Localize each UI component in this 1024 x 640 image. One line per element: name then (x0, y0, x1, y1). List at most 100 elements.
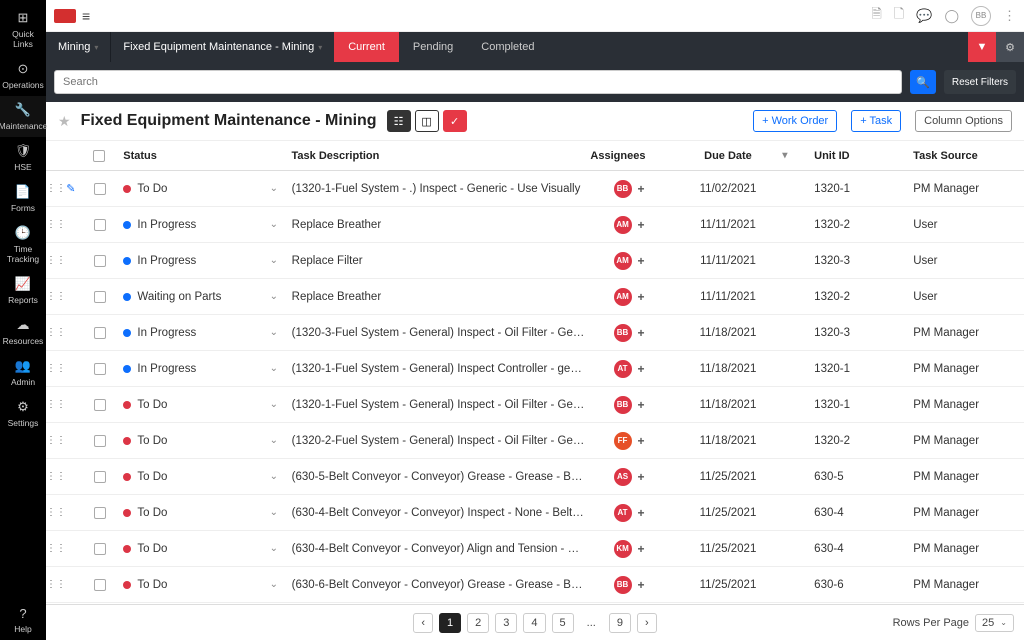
chevron-down-icon[interactable]: ⌄ (262, 579, 286, 590)
split-view-icon[interactable]: ◫ (415, 110, 439, 132)
col-task-source[interactable]: Task Source (905, 150, 1024, 162)
sidebar-item-maintenance[interactable]: 🔧Maintenance (0, 96, 46, 137)
page-prev[interactable]: ‹ (413, 613, 433, 633)
chevron-down-icon[interactable]: ⌄ (262, 255, 286, 266)
table-row[interactable]: ⋮⋮In Progress⌄(1320-3-Fuel System - Gene… (46, 315, 1024, 351)
table-row[interactable]: ⋮⋮In Progress⌄(1320-1-Fuel System - Gene… (46, 351, 1024, 387)
page-2[interactable]: 2 (467, 613, 489, 633)
drag-handle-icon[interactable]: ⋮⋮ (46, 579, 60, 590)
table-row[interactable]: ⋮⋮In Progress⌄Replace FilterAM+11/11/202… (46, 243, 1024, 279)
chat-icon[interactable]: 💬 (916, 8, 932, 24)
assignee-avatar[interactable]: AT (614, 504, 632, 522)
sidebar-item-forms[interactable]: 📄Forms (0, 178, 46, 219)
drag-handle-icon[interactable]: ⋮⋮ (46, 471, 60, 482)
chevron-down-icon[interactable]: ⌄ (262, 507, 286, 518)
assignee-avatar[interactable]: AM (614, 216, 632, 234)
edit-icon[interactable]: ✎ (60, 182, 82, 195)
drag-handle-icon[interactable]: ⋮⋮ (46, 435, 60, 446)
row-checkbox[interactable] (94, 435, 106, 447)
table-row[interactable]: ⋮⋮Waiting on Parts⌄Replace BreatherAM+11… (46, 279, 1024, 315)
table-row[interactable]: ⋮⋮In Progress⌄Replace BreatherAM+11/11/2… (46, 207, 1024, 243)
page-5[interactable]: 5 (552, 613, 574, 633)
select-all-checkbox[interactable] (93, 150, 105, 162)
col-unit-id[interactable]: Unit ID (806, 150, 905, 162)
row-checkbox[interactable] (94, 183, 106, 195)
tab-current[interactable]: Current (334, 32, 399, 62)
add-assignee-icon[interactable]: + (638, 362, 645, 376)
chevron-down-icon[interactable]: ⌄ (262, 435, 286, 446)
page-4[interactable]: 4 (523, 613, 545, 633)
sidebar-item-time-tracking[interactable]: 🕒Time Tracking (0, 219, 46, 270)
table-row[interactable]: ⋮⋮✎To Do⌄(1320-1-Fuel System - .) Inspec… (46, 171, 1024, 207)
page-next[interactable]: › (637, 613, 657, 633)
help-icon[interactable]: ◯ (944, 8, 959, 24)
row-checkbox[interactable] (94, 255, 106, 267)
work-order-button[interactable]: + Work Order (753, 110, 837, 132)
add-assignee-icon[interactable]: + (638, 326, 645, 340)
row-checkbox[interactable] (94, 543, 106, 555)
task-button[interactable]: + Task (851, 110, 901, 132)
row-checkbox[interactable] (94, 327, 106, 339)
chevron-down-icon[interactable]: ⌄ (262, 291, 286, 302)
assignee-avatar[interactable]: FF (614, 432, 632, 450)
table-row[interactable]: ⋮⋮To Do⌄(630-4-Belt Conveyor - Conveyor)… (46, 495, 1024, 531)
sidebar-item-operations[interactable]: ⊙Operations (0, 55, 46, 96)
add-assignee-icon[interactable]: + (638, 398, 645, 412)
tab-completed[interactable]: Completed (467, 32, 548, 62)
menu-icon[interactable]: ≡ (82, 8, 90, 24)
assignee-avatar[interactable]: BB (614, 324, 632, 342)
chevron-down-icon[interactable]: ⌄ (262, 327, 286, 338)
list-view-icon[interactable]: ☷ (387, 110, 411, 132)
funnel-icon[interactable]: ▾ (782, 150, 806, 161)
drag-handle-icon[interactable]: ⋮⋮ (46, 363, 60, 374)
assignee-avatar[interactable]: BB (614, 180, 632, 198)
assignee-avatar[interactable]: AS (614, 468, 632, 486)
row-checkbox[interactable] (94, 291, 106, 303)
sidebar-item-quick-links[interactable]: ⊞Quick Links (0, 4, 46, 55)
row-checkbox[interactable] (94, 507, 106, 519)
assignee-avatar[interactable]: AT (614, 360, 632, 378)
sidebar-item-reports[interactable]: 📈Reports (0, 270, 46, 311)
add-assignee-icon[interactable]: + (638, 470, 645, 484)
table-row[interactable]: ⋮⋮To Do⌄(1320-1-Fuel System - General) I… (46, 387, 1024, 423)
assignee-avatar[interactable]: AM (614, 252, 632, 270)
drag-handle-icon[interactable]: ⋮⋮ (46, 255, 60, 266)
search-input[interactable] (54, 70, 902, 94)
add-assignee-icon[interactable]: + (638, 218, 645, 232)
reset-filters-button[interactable]: Reset Filters (944, 70, 1016, 94)
sidebar-item-help[interactable]: ?Help (0, 600, 46, 640)
check-view-icon[interactable]: ✓ (443, 110, 467, 132)
col-description[interactable]: Task Description (286, 150, 585, 162)
row-checkbox[interactable] (94, 363, 106, 375)
document-icon[interactable]: 🗋 (894, 5, 904, 27)
drag-handle-icon[interactable]: ⋮⋮ (46, 183, 60, 194)
row-checkbox[interactable] (94, 579, 106, 591)
page-1[interactable]: 1 (439, 613, 461, 633)
tab-pending[interactable]: Pending (399, 32, 467, 62)
assignee-avatar[interactable]: KM (614, 540, 632, 558)
more-icon[interactable]: ⋮ (1003, 8, 1016, 24)
chevron-down-icon[interactable]: ⌄ (262, 219, 286, 230)
table-row[interactable]: ⋮⋮To Do⌄(1320-2-Fuel System - General) I… (46, 423, 1024, 459)
row-checkbox[interactable] (94, 399, 106, 411)
add-assignee-icon[interactable]: + (638, 254, 645, 268)
star-icon[interactable]: ★ (58, 113, 71, 130)
user-avatar[interactable]: BB (971, 6, 991, 26)
export-icon[interactable]: 🗎 (871, 5, 881, 27)
assignee-avatar[interactable]: BB (614, 396, 632, 414)
search-button[interactable]: 🔍 (910, 70, 936, 94)
drag-handle-icon[interactable]: ⋮⋮ (46, 219, 60, 230)
filter-icon[interactable]: ▼ (968, 32, 996, 62)
sidebar-item-hse[interactable]: 🛡HSE (0, 137, 46, 178)
page-9[interactable]: 9 (609, 613, 631, 633)
col-due-date[interactable]: Due Date (674, 150, 783, 162)
add-assignee-icon[interactable]: + (638, 182, 645, 196)
drag-handle-icon[interactable]: ⋮⋮ (46, 543, 60, 554)
add-assignee-icon[interactable]: + (638, 434, 645, 448)
rows-per-page-select[interactable]: 25⌄ (975, 614, 1014, 632)
sidebar-item-resources[interactable]: ☁Resources (0, 311, 46, 352)
sidebar-item-settings[interactable]: ⚙Settings (0, 393, 46, 434)
nav-mining-dropdown[interactable]: Mining▾ (46, 32, 111, 62)
add-assignee-icon[interactable]: + (638, 290, 645, 304)
chevron-down-icon[interactable]: ⌄ (262, 543, 286, 554)
